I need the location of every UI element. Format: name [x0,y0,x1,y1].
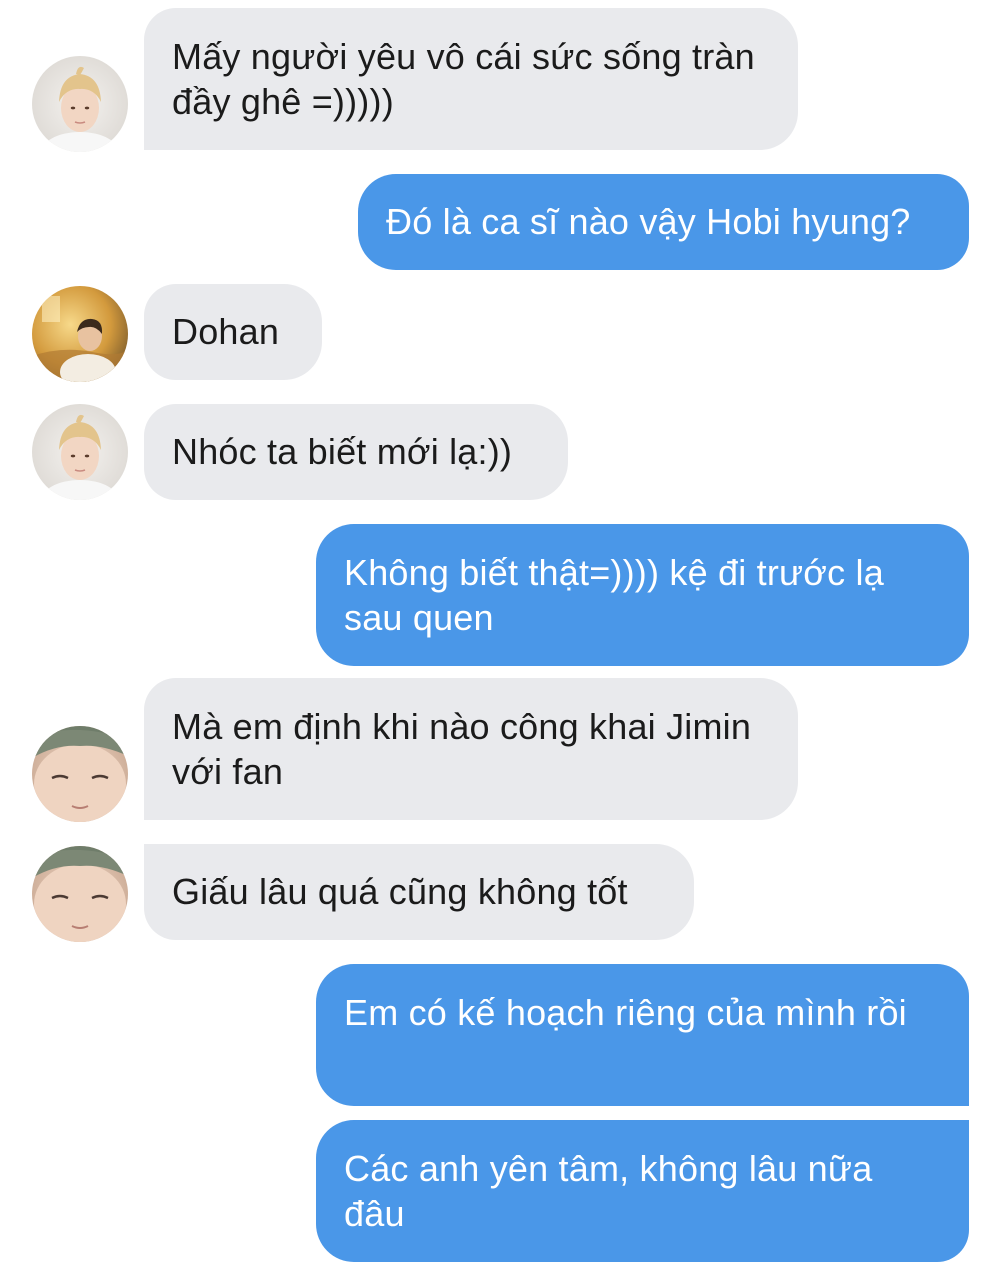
message-bubble-outgoing[interactable]: Các anh yên tâm, không lâu nữa đâu [316,1120,969,1262]
message-bubble-incoming[interactable]: Nhóc ta biết mới lạ:)) [144,404,568,500]
message-bubble-incoming[interactable]: Mà em định khi nào công khai Jimin với f… [144,678,798,820]
dohan-avatar-icon[interactable] [32,286,128,382]
hobi-avatar-icon[interactable] [32,404,128,500]
message-text: Các anh yên tâm, không lâu nữa đâu [344,1148,873,1234]
message-text: Mà em định khi nào công khai Jimin với f… [172,706,752,792]
message-text: Đó là ca sĩ nào vậy Hobi hyung? [386,201,911,242]
namjoon-avatar-icon[interactable] [32,846,128,942]
message-bubble-incoming[interactable]: Mấy người yêu vô cái sức sống tràn đầy g… [144,8,798,150]
message-bubble-outgoing[interactable]: Không biết thật=)))) kệ đi trước lạ sau … [316,524,969,666]
message-bubble-incoming[interactable]: Giấu lâu quá cũng không tốt [144,844,694,940]
message-text: Em có kế hoạch riêng của mình rồi [344,992,907,1033]
message-text: Giấu lâu quá cũng không tốt [172,871,628,912]
message-bubble-outgoing[interactable]: Đó là ca sĩ nào vậy Hobi hyung? [358,174,969,270]
message-text: Nhóc ta biết mới lạ:)) [172,431,513,472]
hobi-avatar-icon[interactable] [32,56,128,152]
message-text: Không biết thật=)))) kệ đi trước lạ sau … [344,552,884,638]
message-bubble-outgoing[interactable]: Em có kế hoạch riêng của mình rồi [316,964,969,1106]
message-text: Mấy người yêu vô cái sức sống tràn đầy g… [172,36,755,122]
namjoon-avatar-icon[interactable] [32,726,128,822]
message-text: Dohan [172,311,280,352]
message-bubble-incoming[interactable]: Dohan [144,284,322,380]
